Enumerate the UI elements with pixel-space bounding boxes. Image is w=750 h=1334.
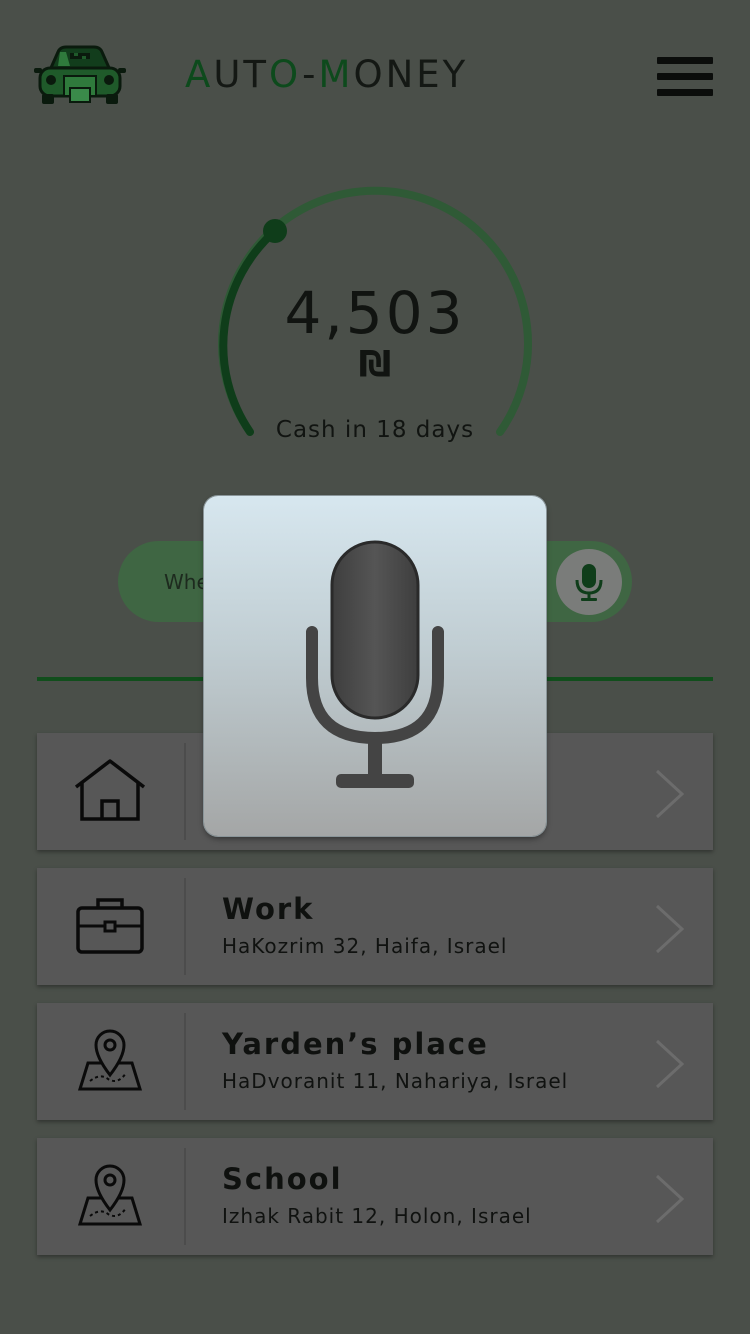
briefcase-icon [76,898,144,954]
taxi-car-icon[interactable] [34,40,126,110]
home-icon [74,759,146,821]
microphone-icon [575,564,603,601]
place-address: HaKozrim 32, Haifa, Israel [222,934,508,958]
app-brand-title: AUTO-MONEY [185,50,580,100]
brand-letter-o: O [269,53,303,96]
saved-place-yarden[interactable]: Yarden’s place HaDvoranit 11, Nahariya, … [37,1003,713,1120]
map-pin-icon [77,1029,143,1091]
brand-letter-a: A [185,53,214,96]
microphone-icon [306,540,444,788]
brand-letter-m: M [318,53,354,96]
place-address: HaDvoranit 11, Nahariya, Israel [222,1069,569,1093]
brand-letters-oney: ONEY [353,53,469,96]
saved-place-work[interactable]: Work HaKozrim 32, Haifa, Israel [37,868,713,985]
voice-input-dialog[interactable] [204,496,546,836]
currency-symbol: ₪ [358,344,392,385]
saved-place-school[interactable]: School Izhak Rabit 12, Holon, Israel [37,1138,713,1255]
place-address: Izhak Rabit 12, Holon, Israel [222,1204,532,1228]
place-title: Yarden’s place [222,1027,489,1061]
chevron-right-icon [655,1039,685,1089]
chevron-right-icon [655,1174,685,1224]
cash-in-days-label: Cash in 18 days [275,417,475,443]
chevron-right-icon [655,904,685,954]
hamburger-menu-icon[interactable] [655,55,715,99]
app-header: AUTO-MONEY [0,0,750,150]
gauge-knob [263,219,287,243]
place-title: Work [222,892,315,926]
brand-dash: - [302,53,319,96]
place-title: School [222,1162,343,1196]
brand-letters-ut: UT [213,53,269,96]
balance-amount: 4,503 [284,279,466,347]
map-pin-icon [77,1164,143,1226]
chevron-right-icon [655,769,685,819]
microphone-button[interactable] [556,549,622,615]
